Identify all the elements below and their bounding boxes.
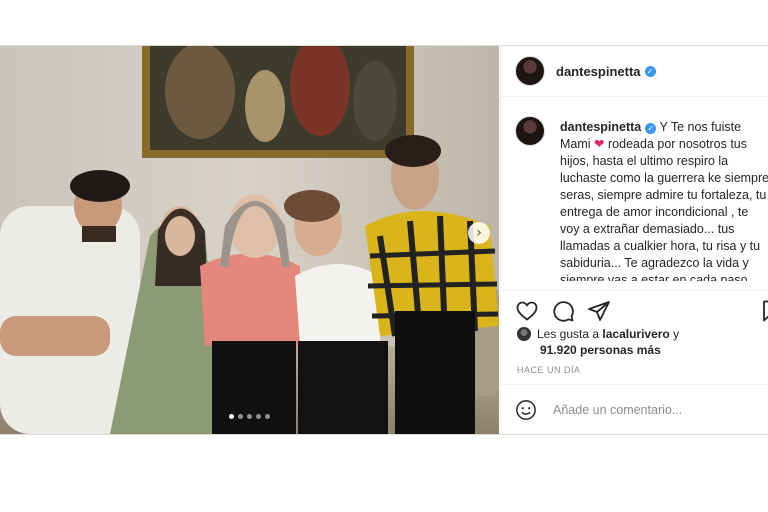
post-header: dantespinetta ✓	[501, 46, 768, 97]
username-link[interactable]: dantespinetta	[556, 64, 641, 79]
liker-avatar	[517, 327, 531, 341]
carousel-dot	[247, 414, 252, 419]
likes-count-link[interactable]: 91.920 personas más	[540, 343, 661, 357]
paper-plane-icon[interactable]	[587, 299, 611, 323]
action-bar	[501, 290, 768, 327]
likes-prefix: Les gusta a	[537, 327, 600, 341]
caption: dantespinetta ✓ Y Te nos fuiste Mami ❤ ro…	[501, 111, 768, 281]
carousel-dot	[229, 414, 234, 419]
caption-avatar[interactable]	[515, 116, 545, 146]
red-heart-emoji: ❤	[594, 137, 605, 151]
comment-input[interactable]	[551, 402, 745, 418]
carousel-dot	[256, 414, 261, 419]
next-photo-button[interactable]: ›	[468, 222, 490, 244]
likes-connector: y	[673, 327, 680, 341]
post-photo[interactable]: ›	[0, 46, 499, 434]
verified-badge-icon: ✓	[644, 65, 656, 77]
instagram-post: › dantespinetta ✓ dantespinetta ✓ Y Te no…	[0, 45, 768, 435]
caption-username[interactable]: dantespinetta	[560, 120, 641, 134]
carousel-dot	[238, 414, 243, 419]
carousel-indicator	[0, 414, 499, 419]
family-photo-illustration	[0, 46, 499, 434]
heart-outline-icon[interactable]	[515, 299, 539, 323]
caption-text: dantespinetta ✓ Y Te nos fuiste Mami ❤ ro…	[560, 119, 768, 281]
comment-bar	[501, 384, 768, 435]
avatar[interactable]	[515, 56, 545, 86]
liker-username-link[interactable]: lacalurivero	[602, 327, 669, 341]
smiley-icon[interactable]	[515, 399, 537, 421]
post-side-panel: dantespinetta ✓ dantespinetta ✓ Y Te nos …	[500, 46, 768, 434]
post-timestamp[interactable]: HACE UN DÍA	[517, 365, 581, 375]
painting	[142, 46, 414, 158]
caption-body: rodeada por nosotros tus hijos, hasta el…	[560, 137, 768, 281]
likes-summary: Les gusta a lacalurivero y 91.920 person…	[517, 326, 679, 358]
chevron-right-icon: ›	[476, 225, 482, 241]
bookmark-icon[interactable]	[759, 299, 768, 323]
carousel-dot	[265, 414, 270, 419]
verified-badge-icon: ✓	[645, 123, 657, 134]
comment-bubble-icon[interactable]	[551, 299, 575, 323]
